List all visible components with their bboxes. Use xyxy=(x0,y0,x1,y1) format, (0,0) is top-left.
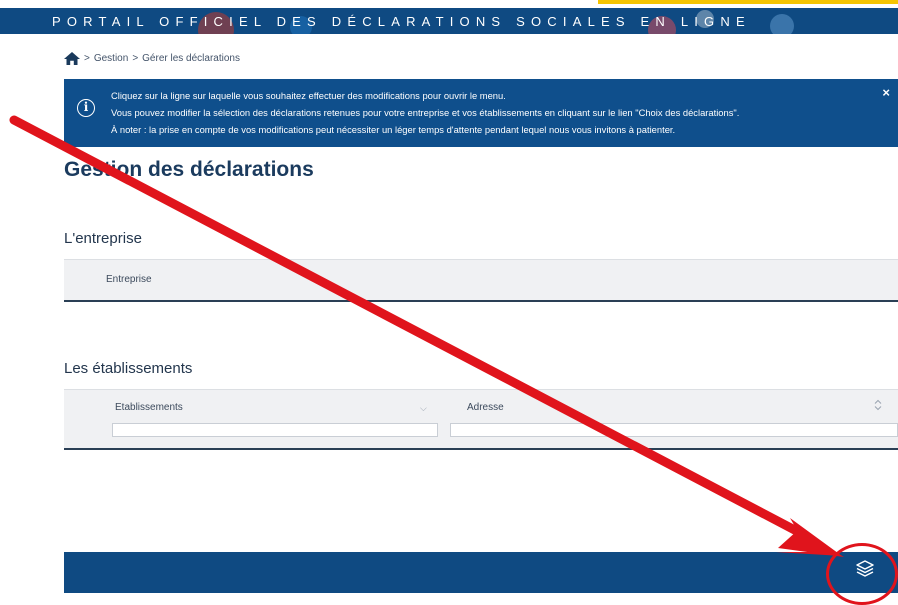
adresse-filter-input[interactable] xyxy=(450,423,898,437)
column-entreprise[interactable]: Entreprise xyxy=(106,274,152,285)
close-icon[interactable]: × xyxy=(882,85,890,100)
footer-bar xyxy=(64,552,898,593)
section-title-entreprise: L'entreprise xyxy=(64,230,142,247)
entreprise-table-header: Entreprise xyxy=(64,259,898,302)
page-title: Gestion des déclarations xyxy=(64,158,314,181)
breadcrumb-item-gestion[interactable]: Gestion xyxy=(94,53,128,64)
info-line: À noter : la prise en compte de vos modi… xyxy=(111,124,676,135)
breadcrumb-item-current: Gérer les déclarations xyxy=(142,52,240,64)
etablissements-table-header: Etablissements ⌵ Adresse xyxy=(64,389,898,450)
top-banner: PORTAIL OFFICIEL DES DÉCLARATIONS SOCIAL… xyxy=(0,0,898,34)
column-adresse[interactable]: Adresse xyxy=(467,402,504,413)
portal-title: PORTAIL OFFICIEL DES DÉCLARATIONS SOCIAL… xyxy=(52,14,751,29)
banner-accent-stripe xyxy=(598,0,898,4)
section-title-etablissements: Les établissements xyxy=(64,360,193,377)
etablissements-filter-input[interactable] xyxy=(112,423,438,437)
info-line: Cliquez sur la ligne sur laquelle vous s… xyxy=(111,90,506,101)
home-icon[interactable] xyxy=(64,51,80,65)
column-etablissements[interactable]: Etablissements xyxy=(115,402,183,413)
info-line: Vous pouvez modifier la sélection des dé… xyxy=(111,107,740,118)
highlight-circle xyxy=(826,543,898,605)
breadcrumb-separator: > xyxy=(132,52,139,64)
info-banner: i Cliquez sur la ligne sur laquelle vous… xyxy=(64,79,898,147)
info-messages: Cliquez sur la ligne sur laquelle vous s… xyxy=(111,87,739,138)
banner-decoration xyxy=(770,14,794,34)
breadcrumb: > Gestion > Gérer les déclarations xyxy=(64,50,240,66)
info-icon: i xyxy=(77,99,95,117)
sort-icon[interactable] xyxy=(874,399,882,413)
chevron-down-icon[interactable]: ⌵ xyxy=(420,403,427,414)
breadcrumb-separator: > xyxy=(84,52,90,64)
